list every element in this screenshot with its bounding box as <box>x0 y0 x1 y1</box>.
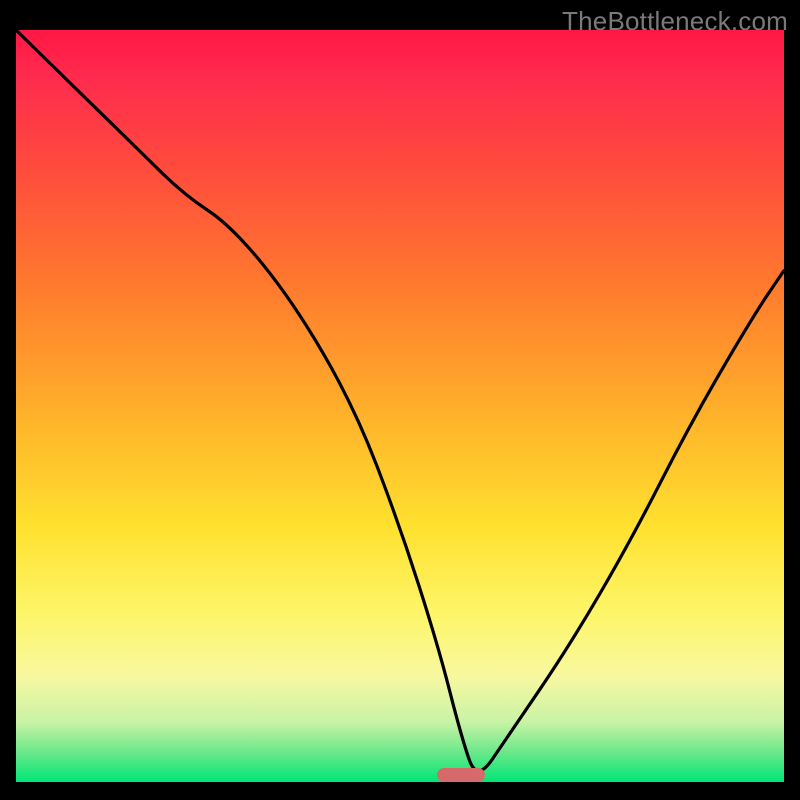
bottleneck-curve <box>16 30 784 782</box>
chart-stage: TheBottleneck.com <box>0 0 800 800</box>
minimum-marker <box>437 768 485 782</box>
curve-path <box>16 30 784 771</box>
